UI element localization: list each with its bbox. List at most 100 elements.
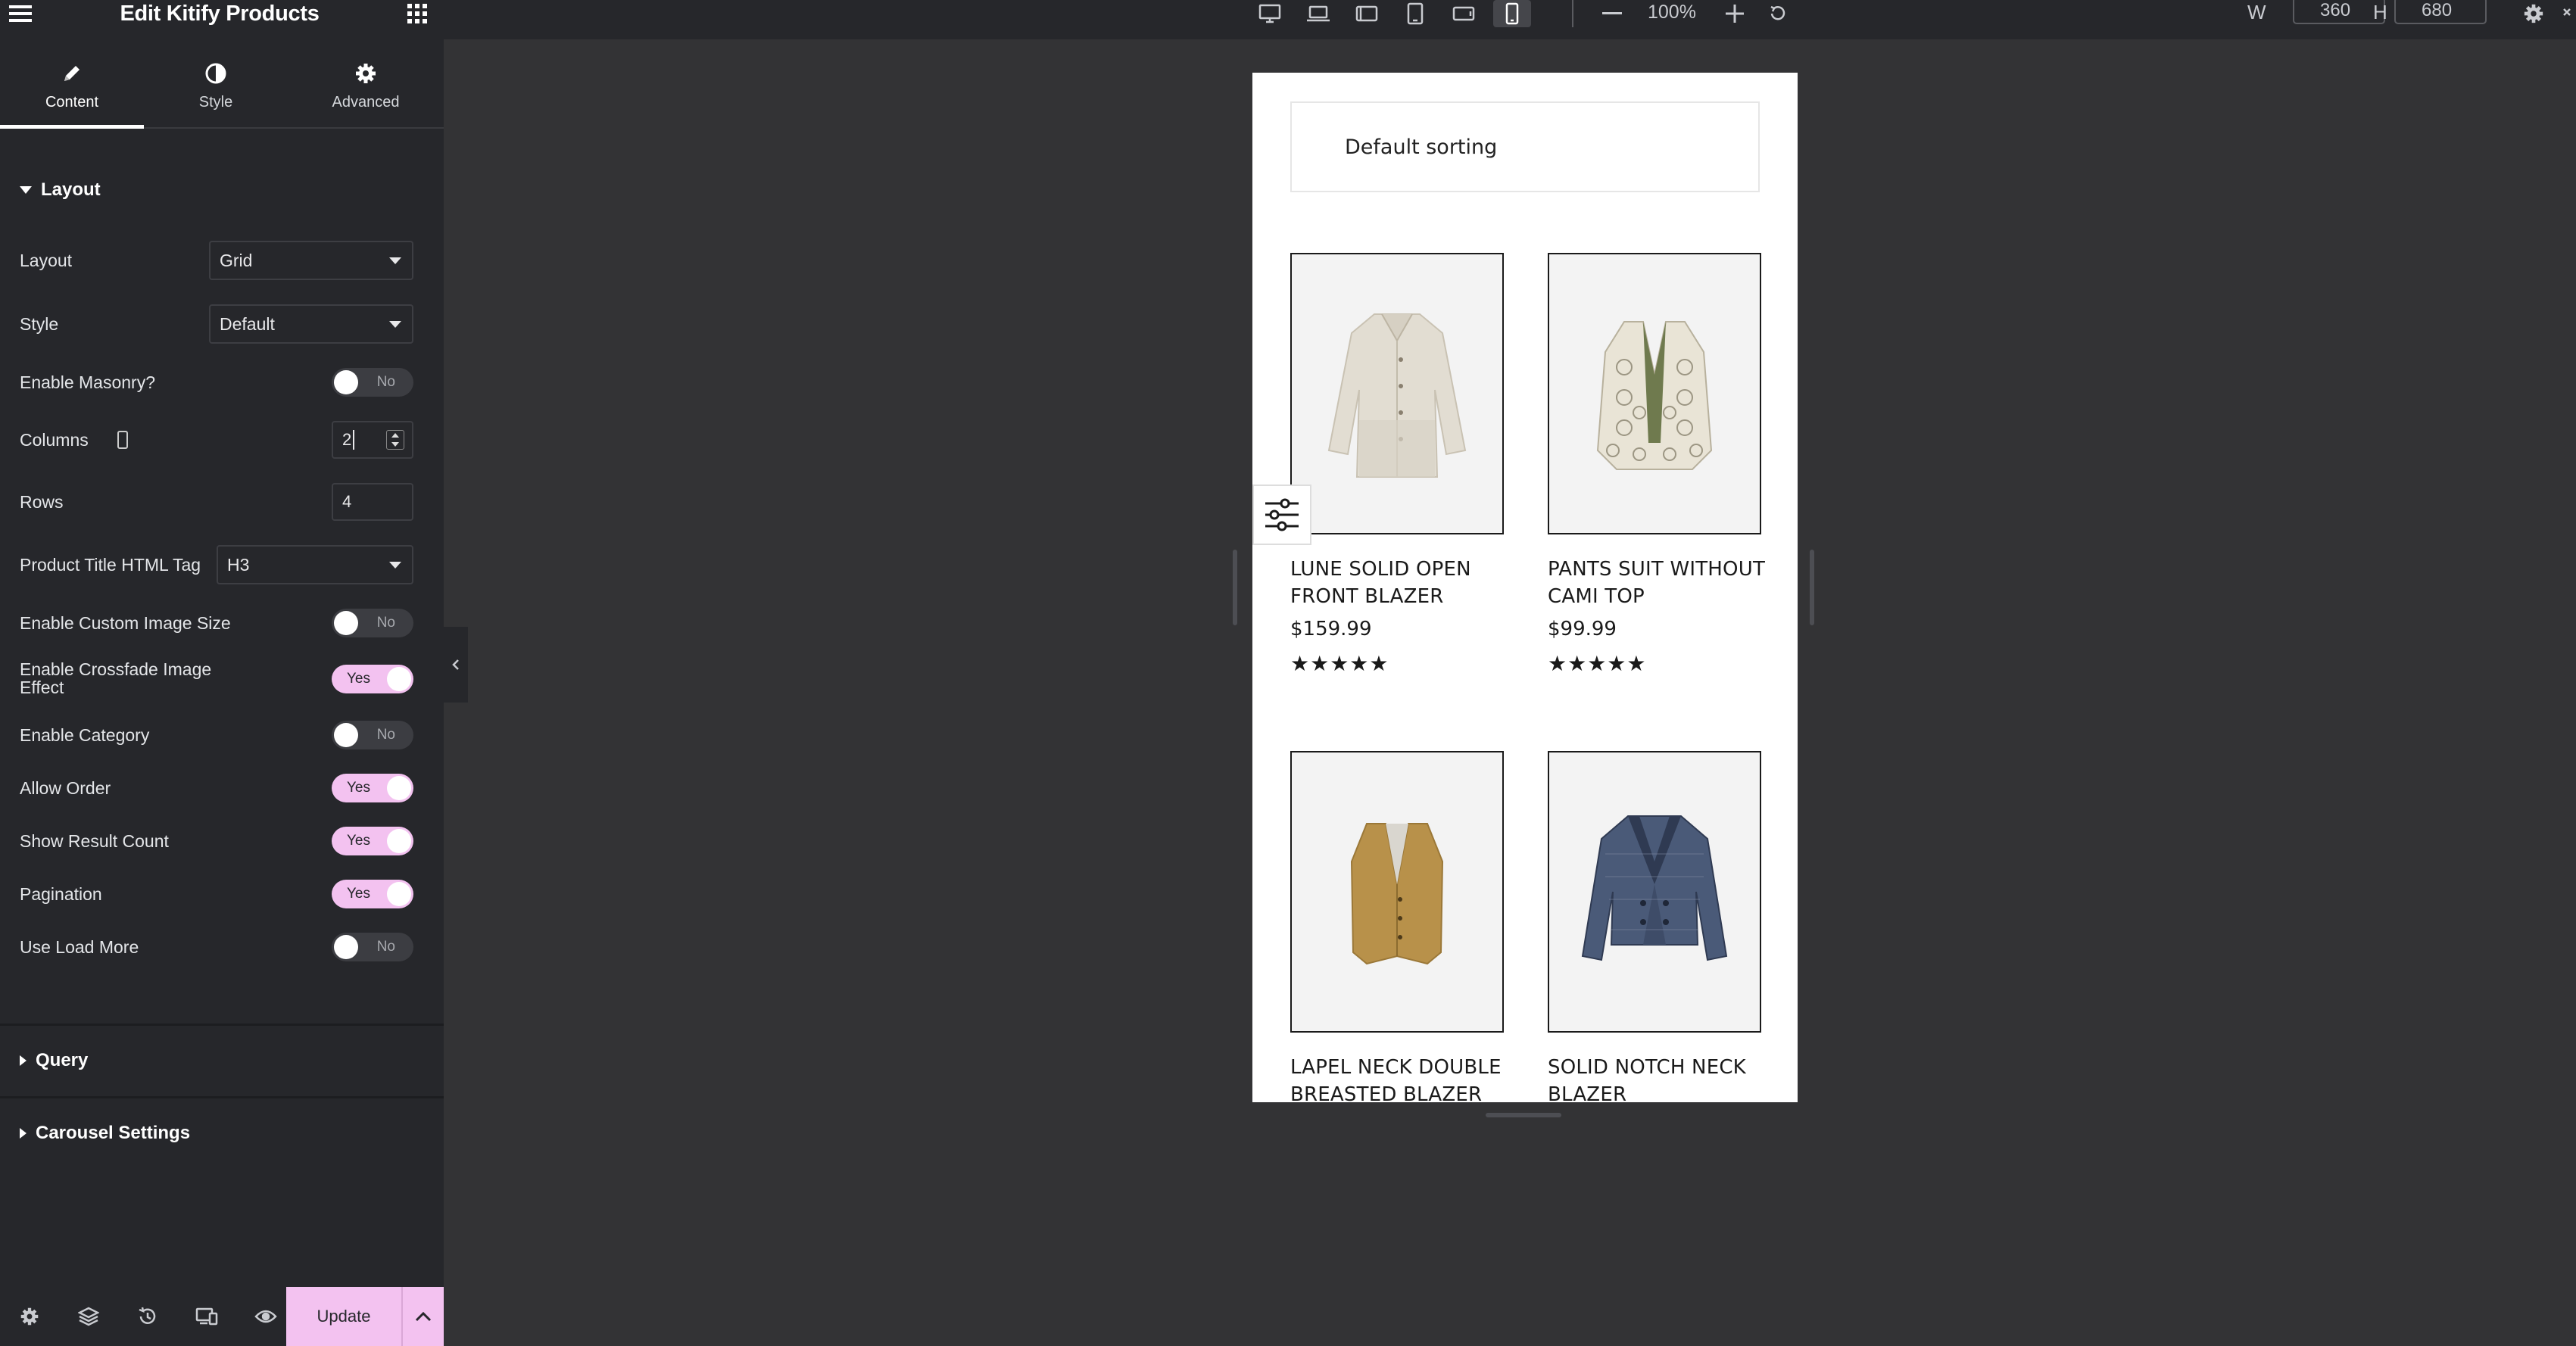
section-divider — [0, 1024, 444, 1026]
product-image-trench-coat[interactable] — [1290, 253, 1504, 534]
title-tag-select[interactable]: H3 — [217, 545, 413, 584]
history-button[interactable] — [118, 1287, 177, 1346]
style-select[interactable]: Default — [209, 304, 413, 344]
toggle-knob — [387, 829, 411, 853]
tablet-landscape-icon — [1355, 5, 1378, 23]
pencil-icon — [61, 62, 83, 85]
breakpoint-settings-button[interactable] — [2518, 0, 2549, 27]
gear-icon — [20, 1307, 39, 1326]
product-card: PANTS SUIT WITHOUT CAMI TOP $99.99 ★★★★★ — [1548, 253, 1765, 677]
device-mobile-landscape[interactable] — [1445, 0, 1483, 27]
publish-options-button[interactable] — [401, 1287, 444, 1346]
device-tablet-landscape[interactable] — [1348, 0, 1386, 27]
height-input[interactable]: 680 — [2394, 0, 2487, 24]
sorting-dropdown[interactable]: Default sorting — [1290, 101, 1760, 192]
editor-panel: Edit Kitify Products Content Style Advan… — [0, 0, 444, 1346]
masonry-toggle[interactable]: No — [332, 368, 413, 397]
input-value: 2 — [342, 430, 352, 449]
category-toggle[interactable]: No — [332, 721, 413, 749]
tab-style[interactable]: Style — [144, 45, 288, 127]
section-layout-title: Layout — [41, 179, 101, 200]
device-tablet-portrait[interactable] — [1396, 0, 1434, 27]
chevron-left-icon — [451, 658, 460, 671]
control-rows: Rows 4 — [0, 483, 444, 521]
plus-icon — [1726, 5, 1744, 23]
pagination-toggle[interactable]: Yes — [332, 880, 413, 908]
resize-handle-bottom[interactable] — [1486, 1113, 1561, 1117]
control-label: Enable Masonry? — [20, 372, 155, 392]
device-laptop[interactable] — [1299, 0, 1337, 27]
toggle-text: Yes — [347, 833, 370, 849]
control-label-line2: Effect — [20, 678, 64, 697]
reset-icon — [1768, 5, 1786, 23]
toggle-knob — [334, 611, 358, 635]
product-title[interactable]: LUNE SOLID OPEN FRONT BLAZER — [1290, 556, 1517, 610]
product-image-crochet-vest[interactable] — [1548, 253, 1761, 534]
control-label: Rows — [20, 492, 64, 512]
reset-zoom-button[interactable] — [1764, 0, 1790, 27]
update-button[interactable]: Update — [286, 1287, 401, 1346]
layout-select[interactable]: Grid — [209, 241, 413, 280]
close-toolbar-button[interactable] — [2556, 0, 2576, 27]
control-label: Pagination — [20, 884, 102, 904]
product-title[interactable]: SOLID NOTCH NECK BLAZER — [1548, 1054, 1775, 1102]
control-label: Allow Order — [20, 778, 111, 798]
custom-image-size-toggle[interactable]: No — [332, 609, 413, 637]
mustard-vest-image — [1350, 823, 1444, 965]
product-image-tweed-jacket[interactable] — [1548, 751, 1761, 1033]
control-allow-order: Allow Order Yes — [0, 774, 444, 802]
crossfade-toggle[interactable]: Yes — [332, 665, 413, 693]
control-crossfade: Enable Crossfade Image Effect Yes — [0, 659, 444, 698]
width-input[interactable]: 360 — [2293, 0, 2385, 24]
tab-advanced[interactable]: Advanced — [288, 45, 444, 127]
mobile-preview-frame: Default sorting LUNE SOLID OPEN FRONT BL… — [1252, 73, 1798, 1102]
toolbar-divider — [1572, 0, 1573, 27]
load-more-toggle[interactable]: No — [332, 933, 413, 961]
responsive-button[interactable] — [177, 1287, 236, 1346]
section-carousel-toggle[interactable]: Carousel Settings — [0, 1122, 444, 1145]
product-rating: ★★★★★ — [1548, 651, 1647, 676]
height-label: H — [2373, 1, 2387, 23]
control-layout: Layout Grid — [0, 241, 444, 280]
tab-content[interactable]: Content — [0, 45, 144, 129]
control-label: Enable Category — [20, 725, 150, 745]
navigator-button[interactable] — [59, 1287, 118, 1346]
rows-input[interactable]: 4 — [332, 483, 413, 521]
tab-content-label: Content — [45, 93, 99, 111]
toggle-knob — [334, 935, 358, 959]
settings-button[interactable] — [0, 1287, 59, 1346]
crochet-vest-image — [1596, 321, 1713, 470]
stepper-icon[interactable] — [386, 430, 404, 450]
product-title[interactable]: LAPEL NECK DOUBLE BREASTED BLAZER — [1290, 1054, 1517, 1102]
tab-style-label: Style — [198, 93, 233, 111]
result-count-toggle[interactable]: Yes — [332, 827, 413, 855]
product-title[interactable]: PANTS SUIT WITHOUT CAMI TOP — [1548, 556, 1775, 610]
apps-grid-icon[interactable] — [407, 4, 427, 23]
resize-handle-left[interactable] — [1233, 550, 1237, 625]
section-divider — [0, 1096, 444, 1098]
allow-order-toggle[interactable]: Yes — [332, 774, 413, 802]
resize-handle-right[interactable] — [1810, 550, 1814, 625]
control-label: Product Title HTML Tag — [20, 555, 201, 575]
control-title-tag: Product Title HTML Tag H3 — [0, 545, 444, 584]
section-query-toggle[interactable]: Query — [0, 1049, 444, 1072]
filter-toggle-button[interactable] — [1252, 484, 1311, 545]
hamburger-menu-icon[interactable] — [9, 5, 32, 23]
gear-icon — [354, 62, 377, 85]
section-layout-toggle[interactable]: Layout — [0, 179, 444, 201]
zoom-in-button[interactable] — [1722, 0, 1748, 27]
product-image-mustard-vest[interactable] — [1290, 751, 1504, 1033]
tablet-portrait-icon — [1407, 2, 1424, 25]
columns-input[interactable]: 2 — [332, 421, 413, 459]
sorting-value: Default sorting — [1345, 135, 1498, 159]
zoom-out-button[interactable] — [1599, 0, 1625, 27]
collapse-panel-button[interactable] — [444, 627, 468, 703]
mobile-device-icon[interactable] — [117, 430, 129, 450]
device-desktop[interactable] — [1251, 0, 1289, 27]
toggle-text: Yes — [347, 671, 370, 687]
product-card: LAPEL NECK DOUBLE BREASTED BLAZER — [1290, 751, 1504, 1102]
device-mobile-portrait[interactable] — [1493, 0, 1531, 27]
panel-title: Edit Kitify Products — [120, 1, 320, 26]
height-value: 680 — [2422, 0, 2453, 20]
width-label: W — [2247, 1, 2266, 23]
